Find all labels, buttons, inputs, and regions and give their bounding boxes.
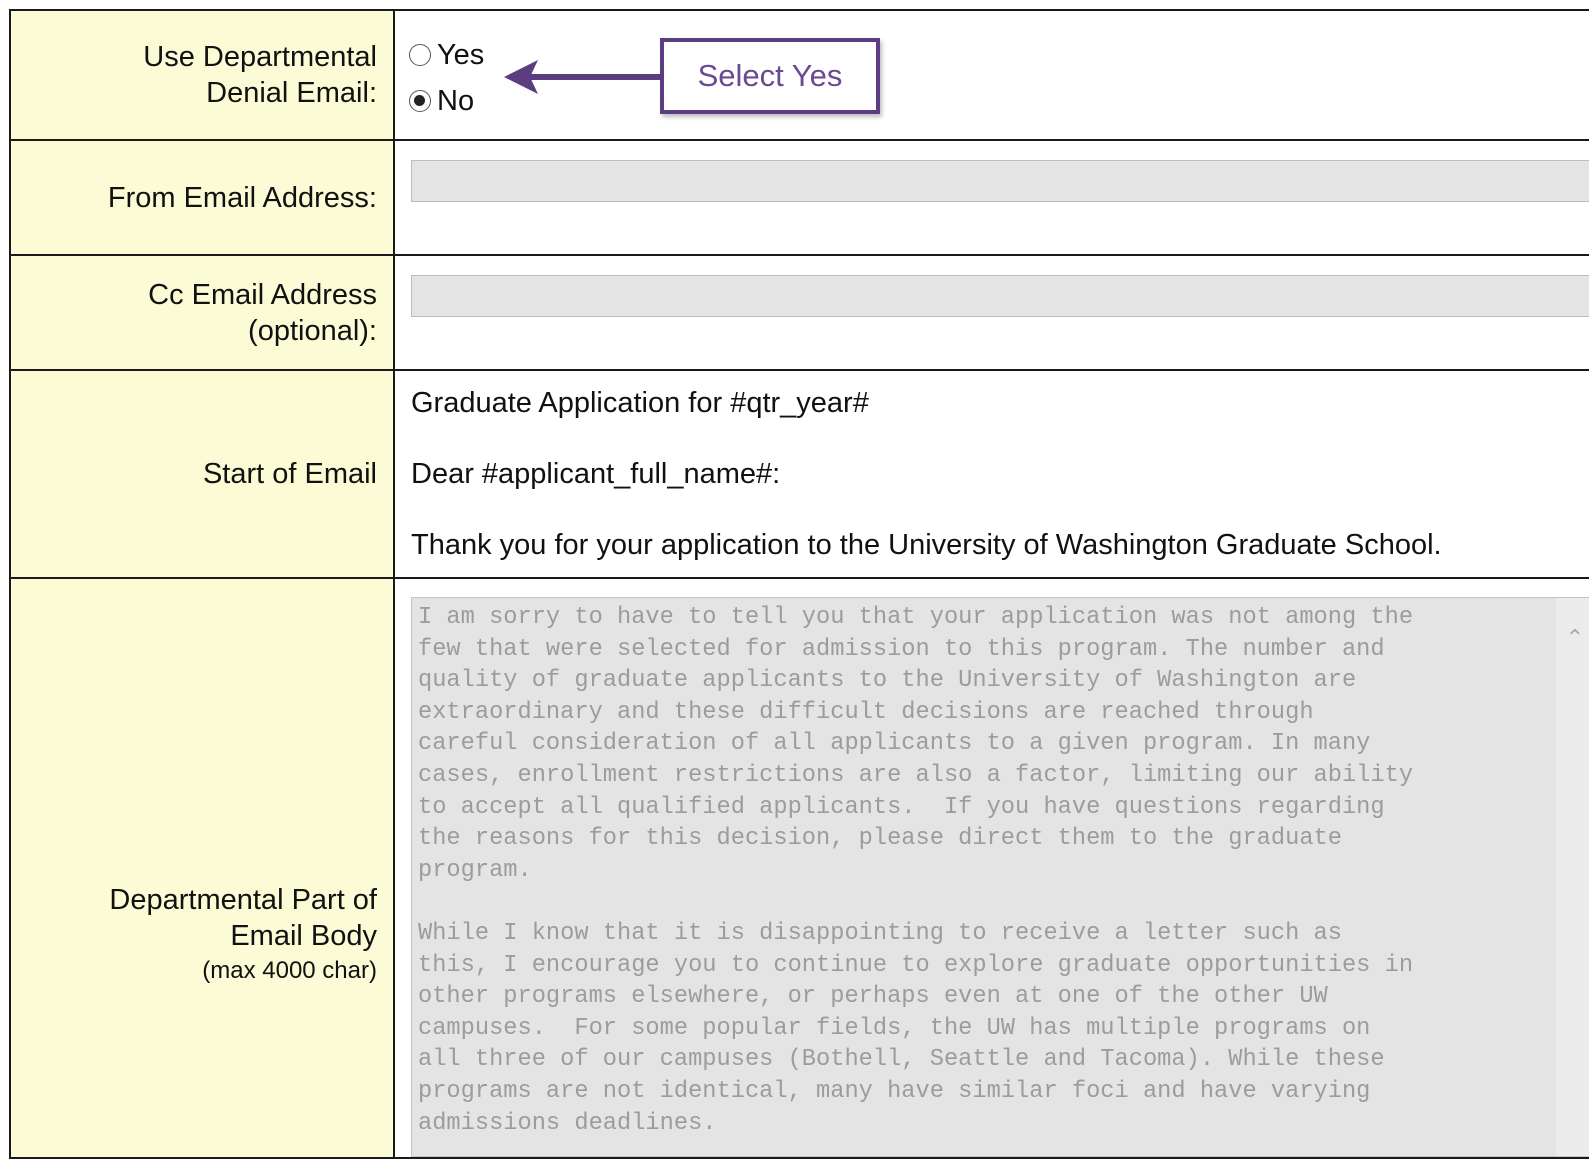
label-from-email: From Email Address: <box>9 139 395 256</box>
select-yes-callout: Select Yes <box>660 38 880 114</box>
cell-cc-email <box>393 254 1589 371</box>
start-line-thanks: Thank you for your application to the Un… <box>411 529 1442 561</box>
start-line-greeting: Dear #applicant_full_name#: <box>411 458 781 490</box>
start-line-subject: Graduate Application for #qtr_year# <box>411 387 869 419</box>
arrow-left-icon <box>504 60 665 94</box>
row-start-of-email: Start of Email Graduate Application for … <box>9 369 1589 579</box>
radio-no[interactable] <box>409 90 431 112</box>
row-cc-email: Cc Email Address (optional): <box>9 254 1589 371</box>
radio-yes[interactable] <box>409 44 431 66</box>
label-line: (optional): <box>248 314 377 347</box>
cc-email-field[interactable] <box>411 274 1589 317</box>
label-line: Email Body <box>230 920 377 952</box>
label-char-limit: (max 4000 char) <box>202 957 377 984</box>
from-email-field[interactable] <box>411 159 1589 202</box>
textarea-scrollbar[interactable]: ⌃ <box>1556 598 1589 1156</box>
label-start-of-email: Start of Email <box>9 369 395 579</box>
cell-from-email <box>393 139 1589 256</box>
denial-email-form: Use Departmental Denial Email: Yes No Fr… <box>9 9 1589 1159</box>
label-cc-email: Cc Email Address (optional): <box>9 254 395 371</box>
row-from-email: From Email Address: <box>9 139 1589 256</box>
label-line: Use Departmental <box>143 41 377 73</box>
label-line: Departmental Part of <box>109 884 377 916</box>
email-body-textarea[interactable]: I am sorry to have to tell you that your… <box>411 597 1589 1157</box>
email-body-text[interactable]: I am sorry to have to tell you that your… <box>412 598 1589 1139</box>
cell-email-body: I am sorry to have to tell you that your… <box>393 577 1589 1159</box>
cell-start-of-email: Graduate Application for #qtr_year# Dear… <box>393 369 1589 579</box>
chevron-up-icon[interactable]: ⌃ <box>1566 626 1584 651</box>
label-line: Cc Email Address <box>148 278 377 311</box>
label-departmental-denial: Use Departmental Denial Email: <box>9 9 395 141</box>
row-email-body: Departmental Part of Email Body (max 400… <box>9 577 1589 1159</box>
radio-no-label[interactable]: No <box>437 85 474 118</box>
radio-yes-label[interactable]: Yes <box>437 39 484 72</box>
label-email-body: Departmental Part of Email Body (max 400… <box>9 577 395 1159</box>
label-line: Denial Email: <box>206 77 377 109</box>
